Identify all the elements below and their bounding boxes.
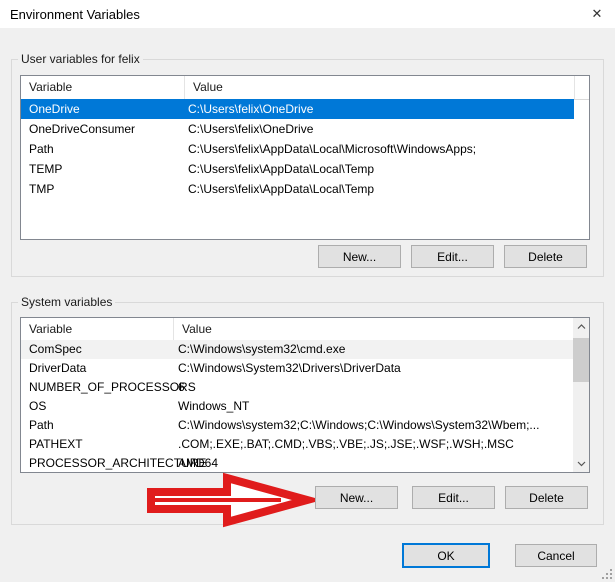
vertical-scrollbar[interactable] <box>573 318 589 472</box>
table-row[interactable]: Path C:\Users\felix\AppData\Local\Micros… <box>21 139 589 159</box>
user-edit-button[interactable]: Edit... <box>411 245 494 268</box>
scroll-up-icon <box>577 324 586 330</box>
title-bar: Environment Variables ✕ <box>0 0 615 28</box>
system-table-rows: ComSpec C:\Windows\system32\cmd.exe Driv… <box>21 340 589 473</box>
resize-grip[interactable] <box>601 568 613 580</box>
system-edit-button[interactable]: Edit... <box>412 486 495 509</box>
cell-value: C:\Users\felix\AppData\Local\Microsoft\W… <box>188 139 476 159</box>
table-row[interactable]: PATHEXT .COM;.EXE;.BAT;.CMD;.VBS;.VBE;.J… <box>21 435 589 454</box>
cell-variable: Path <box>29 139 54 159</box>
scroll-up-button[interactable] <box>573 318 589 335</box>
cell-value: Windows_NT <box>178 397 249 416</box>
cell-variable: OneDrive <box>29 99 80 119</box>
user-new-button[interactable]: New... <box>318 245 401 268</box>
cell-value: C:\Users\felix\OneDrive <box>188 119 313 139</box>
annotation-arrow-icon <box>143 470 315 528</box>
cell-variable: TMP <box>29 179 54 199</box>
column-header-value[interactable]: Value <box>174 318 575 340</box>
column-header-variable[interactable]: Variable <box>21 76 185 99</box>
table-row[interactable]: Path C:\Windows\system32;C:\Windows;C:\W… <box>21 416 589 435</box>
table-row[interactable]: TMP C:\Users\felix\AppData\Local\Temp <box>21 179 589 199</box>
table-row[interactable]: DriverData C:\Windows\System32\Drivers\D… <box>21 359 589 378</box>
table-row[interactable]: TEMP C:\Users\felix\AppData\Local\Temp <box>21 159 589 179</box>
scroll-down-button[interactable] <box>573 455 589 472</box>
table-row[interactable]: NUMBER_OF_PROCESSORS 6 <box>21 378 589 397</box>
cell-value: C:\Windows\system32;C:\Windows;C:\Window… <box>178 416 539 435</box>
user-delete-button[interactable]: Delete <box>504 245 587 268</box>
environment-variables-dialog: Environment Variables ✕ User variables f… <box>0 0 615 582</box>
system-variables-table: Variable Value ComSpec C:\Windows\system… <box>20 317 590 473</box>
column-header-variable[interactable]: Variable <box>21 318 174 340</box>
cell-variable: OS <box>29 397 46 416</box>
close-icon: ✕ <box>592 6 603 21</box>
table-row[interactable]: ComSpec C:\Windows\system32\cmd.exe <box>21 340 589 359</box>
system-delete-button[interactable]: Delete <box>505 486 588 509</box>
table-row[interactable]: OS Windows_NT <box>21 397 589 416</box>
system-new-button[interactable]: New... <box>315 486 398 509</box>
cell-value: C:\Users\felix\OneDrive <box>188 99 313 119</box>
user-table-rows: OneDrive C:\Users\felix\OneDrive OneDriv… <box>21 99 589 199</box>
user-variables-table: Variable Value OneDrive C:\Users\felix\O… <box>20 75 590 240</box>
cell-variable: PATHEXT <box>29 435 83 454</box>
scrollbar-thumb[interactable] <box>573 338 589 382</box>
cell-variable: Path <box>29 416 54 435</box>
user-table-header: Variable Value <box>21 76 589 100</box>
cell-variable: TEMP <box>29 159 62 179</box>
cancel-button[interactable]: Cancel <box>515 544 597 567</box>
cell-variable: OneDriveConsumer <box>29 119 135 139</box>
close-button[interactable]: ✕ <box>586 3 608 25</box>
cell-variable: ComSpec <box>29 340 82 359</box>
window-title: Environment Variables <box>10 7 140 22</box>
cell-value: .COM;.EXE;.BAT;.CMD;.VBS;.VBE;.JS;.JSE;.… <box>178 435 514 454</box>
cell-value: C:\Users\felix\AppData\Local\Temp <box>188 179 374 199</box>
system-variables-group-label: System variables <box>18 295 115 309</box>
column-header-value[interactable]: Value <box>185 76 575 99</box>
ok-button[interactable]: OK <box>402 543 490 568</box>
cell-value: 6 <box>178 378 185 397</box>
cell-value: C:\Users\felix\AppData\Local\Temp <box>188 159 374 179</box>
cell-value: C:\Windows\system32\cmd.exe <box>178 340 345 359</box>
scroll-down-icon <box>577 461 586 467</box>
user-variables-group-label: User variables for felix <box>18 52 143 66</box>
cell-variable: NUMBER_OF_PROCESSORS <box>29 378 196 397</box>
table-row-selected[interactable]: OneDrive C:\Users\felix\OneDrive <box>21 99 574 119</box>
cell-variable: DriverData <box>29 359 86 378</box>
table-row[interactable]: OneDriveConsumer C:\Users\felix\OneDrive <box>21 119 589 139</box>
system-table-header: Variable Value <box>21 318 589 341</box>
cell-value: C:\Windows\System32\Drivers\DriverData <box>178 359 401 378</box>
